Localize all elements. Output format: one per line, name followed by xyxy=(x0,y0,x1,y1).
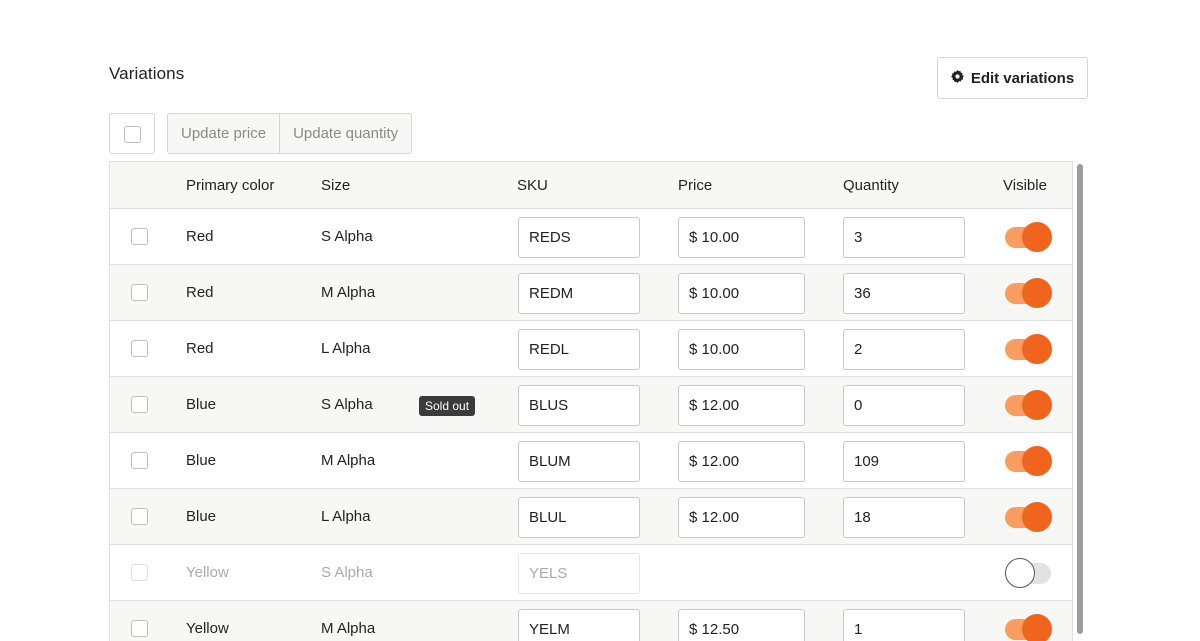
row-size: S Alpha xyxy=(321,564,373,581)
toggle-knob xyxy=(1022,614,1052,641)
price-input[interactable]: $ 12.50 xyxy=(678,609,805,641)
row-size: S Alpha xyxy=(321,396,373,413)
price-input[interactable]: $ 10.00 xyxy=(678,329,805,370)
row-size: L Alpha xyxy=(321,340,371,357)
sku-input[interactable]: REDL xyxy=(518,329,640,370)
row-color: Blue xyxy=(186,396,217,413)
row-size: S Alpha xyxy=(321,228,373,245)
row-size: M Alpha xyxy=(321,620,376,637)
row-size: M Alpha xyxy=(321,284,376,301)
row-checkbox[interactable] xyxy=(131,228,148,245)
sold-out-badge: Sold out xyxy=(419,396,476,416)
visible-toggle[interactable] xyxy=(1005,502,1053,532)
table-row: Blue L Alpha BLUL $ 12.00 18 xyxy=(110,489,1072,545)
variations-table: Primary color Size SKU Price Quantity Vi… xyxy=(109,161,1073,641)
row-color: Blue xyxy=(186,452,217,469)
price-input[interactable]: $ 12.00 xyxy=(678,441,805,482)
toggle-knob xyxy=(1022,502,1052,532)
toggle-knob xyxy=(1022,222,1052,252)
toggle-knob xyxy=(1022,334,1052,364)
price-input[interactable]: $ 12.00 xyxy=(678,385,805,426)
update-quantity-button[interactable]: Update quantity xyxy=(279,114,411,153)
toggle-knob xyxy=(1022,278,1052,308)
sku-input[interactable]: BLUS xyxy=(518,385,640,426)
quantity-input[interactable]: 0 xyxy=(843,385,965,426)
sku-input[interactable]: REDS xyxy=(518,217,640,258)
row-size: L Alpha xyxy=(321,508,371,525)
row-checkbox[interactable] xyxy=(131,508,148,525)
table-row: Yellow M Alpha YELM $ 12.50 1 xyxy=(110,601,1072,641)
header-sku: SKU xyxy=(517,177,548,194)
table-header: Primary color Size SKU Price Quantity Vi… xyxy=(110,162,1072,209)
bulk-actions: Update price Update quantity xyxy=(167,113,413,154)
price-input[interactable]: $ 10.00 xyxy=(678,217,805,258)
section-title: Variations xyxy=(109,64,185,83)
row-color: Red xyxy=(186,228,214,245)
edit-variations-button[interactable]: Edit variations xyxy=(937,57,1088,99)
visible-toggle[interactable] xyxy=(1005,446,1053,476)
row-checkbox[interactable] xyxy=(131,564,148,581)
quantity-input[interactable]: 3 xyxy=(843,217,965,258)
sku-input[interactable]: YELS xyxy=(518,553,640,594)
toggle-knob xyxy=(1022,446,1052,476)
toggle-knob xyxy=(1005,558,1035,588)
sku-input[interactable]: REDM xyxy=(518,273,640,314)
row-checkbox[interactable] xyxy=(131,452,148,469)
table-row: Blue M Alpha BLUM $ 12.00 109 xyxy=(110,433,1072,489)
row-size: M Alpha xyxy=(321,452,376,469)
header-price: Price xyxy=(678,177,713,194)
visible-toggle[interactable] xyxy=(1005,558,1053,588)
sku-input[interactable]: YELM xyxy=(518,609,640,641)
price-input[interactable]: $ 12.00 xyxy=(678,497,805,538)
row-color: Yellow xyxy=(186,620,229,637)
table-row: Red M Alpha REDM $ 10.00 36 xyxy=(110,265,1072,321)
visible-toggle[interactable] xyxy=(1005,222,1053,252)
visible-toggle[interactable] xyxy=(1005,278,1053,308)
visible-toggle[interactable] xyxy=(1005,614,1053,641)
quantity-input[interactable]: 18 xyxy=(843,497,965,538)
table-row: Yellow S Alpha YELS xyxy=(110,545,1072,601)
table-row: Red L Alpha REDL $ 10.00 2 xyxy=(110,321,1072,377)
edit-variations-label: Edit variations xyxy=(970,69,1075,87)
header-quantity: Quantity xyxy=(843,177,899,194)
header-size: Size xyxy=(321,177,351,194)
row-checkbox[interactable] xyxy=(131,340,148,357)
quantity-input[interactable]: 1 xyxy=(843,609,965,641)
quantity-input[interactable]: 2 xyxy=(843,329,965,370)
table-scrollbar[interactable] xyxy=(1077,164,1083,634)
header-primary-color: Primary color xyxy=(186,177,275,194)
row-color: Red xyxy=(186,284,214,301)
row-color: Yellow xyxy=(186,564,229,581)
table-row: Blue S Alpha Sold out BLUS $ 12.00 0 xyxy=(110,377,1072,433)
visible-toggle[interactable] xyxy=(1005,390,1053,420)
sku-input[interactable]: BLUL xyxy=(518,497,640,538)
row-checkbox[interactable] xyxy=(131,620,148,637)
row-color: Red xyxy=(186,340,214,357)
row-checkbox[interactable] xyxy=(131,284,148,301)
quantity-input[interactable]: 109 xyxy=(843,441,965,482)
select-all-wrapper xyxy=(109,113,155,154)
update-price-button[interactable]: Update price xyxy=(168,114,279,153)
table-body: Red S Alpha REDS $ 10.00 3 Red M Alpha REDM $ 10… xyxy=(110,209,1072,641)
price-input[interactable]: $ 10.00 xyxy=(678,273,805,314)
toggle-knob xyxy=(1022,390,1052,420)
quantity-input[interactable]: 36 xyxy=(843,273,965,314)
visible-toggle[interactable] xyxy=(1005,334,1053,364)
row-checkbox[interactable] xyxy=(131,396,148,413)
header-visible: Visible xyxy=(1003,177,1047,194)
row-color: Blue xyxy=(186,508,217,525)
sku-input[interactable]: BLUM xyxy=(518,441,640,482)
table-row: Red S Alpha REDS $ 10.00 3 xyxy=(110,209,1072,265)
gear-icon xyxy=(950,69,964,87)
select-all-checkbox[interactable] xyxy=(124,126,141,143)
